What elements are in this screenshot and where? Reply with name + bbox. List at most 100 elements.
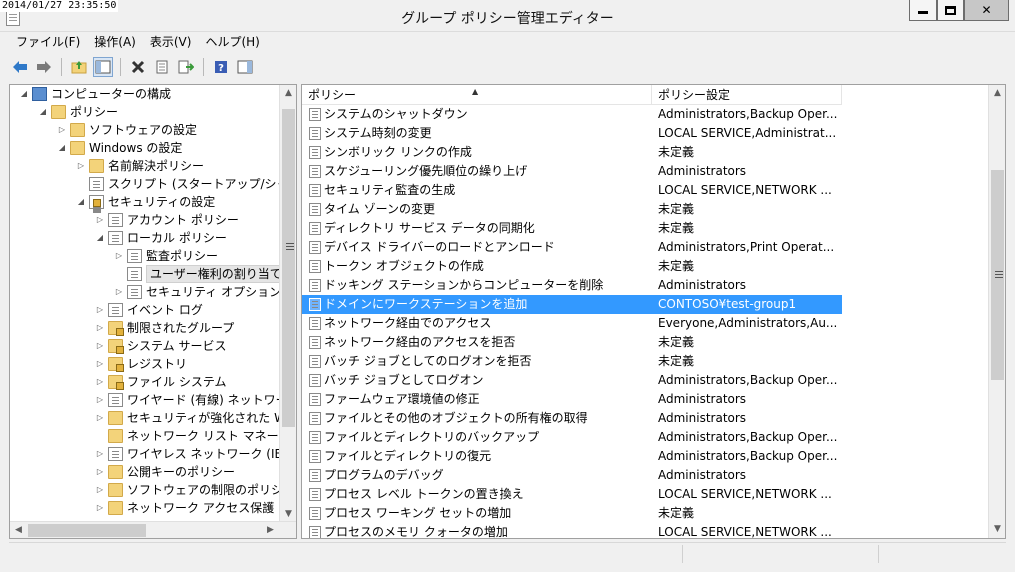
policy-row[interactable]: プログラムのデバッグ Administrators xyxy=(302,466,842,485)
scroll-left-arrow-icon[interactable]: ◀ xyxy=(10,522,27,538)
policy-list[interactable]: ポリシー ▲ ポリシー設定 システムのシャットダウン Administrators… xyxy=(301,84,1006,539)
policy-row[interactable]: セキュリティ監査の生成 LOCAL SERVICE,NETWORK ... xyxy=(302,181,842,200)
policy-row[interactable]: ファームウェア環境値の修正 Administrators xyxy=(302,390,842,409)
policy-row[interactable]: バッチ ジョブとしてログオン Administrators,Backup Oper… xyxy=(302,371,842,390)
policy-icon xyxy=(127,249,142,263)
tree-item[interactable]: ▷ 公開キーのポリシー xyxy=(94,463,235,481)
tree-item[interactable]: ▷ ファイル システム xyxy=(94,373,226,391)
tree-horizontal-scrollbar[interactable]: ◀ ▶ xyxy=(10,521,296,538)
collapsed-chevron-icon[interactable]: ▷ xyxy=(94,481,106,499)
collapsed-chevron-icon[interactable]: ▷ xyxy=(94,445,106,463)
policy-row[interactable]: ファイルとその他のオブジェクトの所有権の取得 Administrators xyxy=(302,409,842,428)
tree-item[interactable]: スクリプト (スタートアップ/シャットダウン) xyxy=(75,175,296,193)
collapsed-chevron-icon[interactable]: ▷ xyxy=(113,283,125,301)
collapsed-chevron-icon[interactable]: ▷ xyxy=(94,337,106,355)
tree-item[interactable]: ユーザー権利の割り当て xyxy=(113,265,286,283)
tree-item[interactable]: ▷ 制限されたグループ xyxy=(94,319,234,337)
maximize-button[interactable] xyxy=(937,0,964,21)
list-scroll-thumb[interactable] xyxy=(991,170,1004,380)
list-vertical-scrollbar[interactable]: ▲ ▼ xyxy=(988,85,1005,538)
expanded-chevron-icon[interactable]: ◢ xyxy=(94,229,106,247)
policy-row[interactable]: シンボリック リンクの作成 未定義 xyxy=(302,143,842,162)
close-button[interactable]: ✕ xyxy=(964,0,1009,21)
tree-vertical-scrollbar[interactable]: ▲ ▼ xyxy=(279,85,296,523)
collapsed-chevron-icon[interactable]: ▷ xyxy=(94,499,106,517)
properties-icon[interactable] xyxy=(152,57,172,77)
collapsed-chevron-icon[interactable]: ▷ xyxy=(94,373,106,391)
policy-row[interactable]: タイム ゾーンの変更 未定義 xyxy=(302,200,842,219)
policy-row[interactable]: ネットワーク経由でのアクセス Everyone,Administrators,Au… xyxy=(302,314,842,333)
tree-item[interactable]: ▷ セキュリティ オプション xyxy=(113,283,281,301)
menu-action[interactable]: 操作(A) xyxy=(88,32,144,52)
policy-row[interactable]: ネットワーク経由のアクセスを拒否 未定義 xyxy=(302,333,842,352)
column-header-policy[interactable]: ポリシー ▲ xyxy=(302,85,652,105)
collapsed-chevron-icon[interactable]: ▷ xyxy=(94,409,106,427)
minimize-button[interactable] xyxy=(909,0,937,21)
show-hide-action-pane-icon[interactable] xyxy=(235,57,255,77)
scroll-up-arrow-icon[interactable]: ▲ xyxy=(989,85,1005,102)
tree-item[interactable]: ▷ 名前解決ポリシー xyxy=(75,157,204,175)
delete-icon[interactable] xyxy=(128,57,148,77)
policy-row[interactable]: デバイス ドライバーのロードとアンロード Administrators,Print… xyxy=(302,238,842,257)
help-icon[interactable]: ? xyxy=(211,57,231,77)
scroll-down-arrow-icon[interactable]: ▼ xyxy=(989,521,1005,538)
policy-row[interactable]: システムのシャットダウン Administrators,Backup Oper..… xyxy=(302,105,842,124)
tree-item[interactable]: ◢ Windows の設定 xyxy=(56,139,182,157)
policy-row[interactable]: トークン オブジェクトの作成 未定義 xyxy=(302,257,842,276)
tree-item[interactable]: ▷ アカウント ポリシー xyxy=(94,211,239,229)
tree-item[interactable]: ▷ ソフトウェアの設定 xyxy=(56,121,197,139)
policy-row[interactable]: システム時刻の変更 LOCAL SERVICE,Administrat... xyxy=(302,124,842,143)
tree-item[interactable]: ◢ ポリシー xyxy=(37,103,118,121)
collapsed-chevron-icon[interactable]: ▷ xyxy=(56,121,68,139)
collapsed-chevron-icon[interactable]: ▷ xyxy=(94,319,106,337)
policy-row[interactable]: バッチ ジョブとしてのログオンを拒否 未定義 xyxy=(302,352,842,371)
tree-hscroll-thumb[interactable] xyxy=(28,524,146,537)
scroll-up-arrow-icon[interactable]: ▲ xyxy=(280,85,296,102)
forward-arrow-icon[interactable] xyxy=(34,57,54,77)
menu-file[interactable]: ファイル(F) xyxy=(10,32,88,52)
show-hide-tree-icon[interactable] xyxy=(93,57,113,77)
tree-item[interactable]: ▷ セキュリティが強化された Windows ファイアウォール xyxy=(94,409,296,427)
collapsed-chevron-icon[interactable]: ▷ xyxy=(94,301,106,319)
back-arrow-icon[interactable] xyxy=(10,57,30,77)
policy-row[interactable]: ドッキング ステーションからコンピューターを削除 Administrators xyxy=(302,276,842,295)
column-header-setting[interactable]: ポリシー設定 xyxy=(652,85,842,105)
menu-help[interactable]: ヘルプ(H) xyxy=(199,32,267,52)
console-tree[interactable]: ◢ コンピューターの構成 ◢ ポリシー ▷ ソフトウェアの設定 ◢ Windows の設定 ▷ 名… xyxy=(9,84,297,539)
collapsed-chevron-icon[interactable]: ▷ xyxy=(75,157,87,175)
tree-item[interactable]: ネットワーク リスト マネージャー ポリシー xyxy=(94,427,296,445)
tree-item[interactable]: ▷ ネットワーク アクセス保護 xyxy=(94,499,274,517)
tree-item[interactable]: ◢ コンピューターの構成 xyxy=(18,85,171,103)
expanded-chevron-icon[interactable]: ◢ xyxy=(75,193,87,211)
policy-row[interactable]: プロセスのメモリ クォータの増加 LOCAL SERVICE,NETWORK ..… xyxy=(302,523,842,538)
collapsed-chevron-icon[interactable]: ▷ xyxy=(94,391,106,409)
tree-item[interactable]: ▷ ソフトウェアの制限のポリシー xyxy=(94,481,295,499)
tree-item[interactable]: ▷ ワイヤレス ネットワーク (IEEE 802.11) ポリシー xyxy=(94,445,296,463)
export-list-icon[interactable] xyxy=(176,57,196,77)
collapsed-chevron-icon[interactable]: ▷ xyxy=(94,211,106,229)
tree-item[interactable]: ◢ セキュリティの設定 xyxy=(75,193,215,211)
collapsed-chevron-icon[interactable]: ▷ xyxy=(113,247,125,265)
menu-view[interactable]: 表示(V) xyxy=(144,32,200,52)
tree-item[interactable]: ◢ ローカル ポリシー xyxy=(94,229,227,247)
policy-row[interactable]: スケジューリング優先順位の繰り上げ Administrators xyxy=(302,162,842,181)
policy-row[interactable]: ファイルとディレクトリのバックアップ Administrators,Backup … xyxy=(302,428,842,447)
expanded-chevron-icon[interactable]: ◢ xyxy=(18,85,30,103)
tree-item[interactable]: ▷ 監査ポリシー xyxy=(113,247,218,265)
policy-row[interactable]: ディレクトリ サービス データの同期化 未定義 xyxy=(302,219,842,238)
policy-row[interactable]: ドメインにワークステーションを追加 CONTOSO¥test-group1 xyxy=(302,295,842,314)
collapsed-chevron-icon[interactable]: ▷ xyxy=(94,355,106,373)
tree-item[interactable]: ▷ イベント ログ xyxy=(94,301,203,319)
policy-row[interactable]: ファイルとディレクトリの復元 Administrators,Backup Oper… xyxy=(302,447,842,466)
tree-item[interactable]: ▷ ワイヤード (有線) ネットワーク (IEEE 802.3) ポリシー xyxy=(94,391,296,409)
policy-row[interactable]: プロセス レベル トークンの置き換え LOCAL SERVICE,NETWORK … xyxy=(302,485,842,504)
collapsed-chevron-icon[interactable]: ▷ xyxy=(94,463,106,481)
scroll-right-arrow-icon[interactable]: ▶ xyxy=(262,522,279,538)
up-folder-icon[interactable] xyxy=(69,57,89,77)
tree-item[interactable]: ▷ システム サービス xyxy=(94,337,226,355)
tree-item[interactable]: ▷ レジストリ xyxy=(94,355,187,373)
expanded-chevron-icon[interactable]: ◢ xyxy=(56,139,68,157)
tree-scroll-thumb[interactable] xyxy=(282,109,295,427)
expanded-chevron-icon[interactable]: ◢ xyxy=(37,103,49,121)
policy-row[interactable]: プロセス ワーキング セットの増加 未定義 xyxy=(302,504,842,523)
